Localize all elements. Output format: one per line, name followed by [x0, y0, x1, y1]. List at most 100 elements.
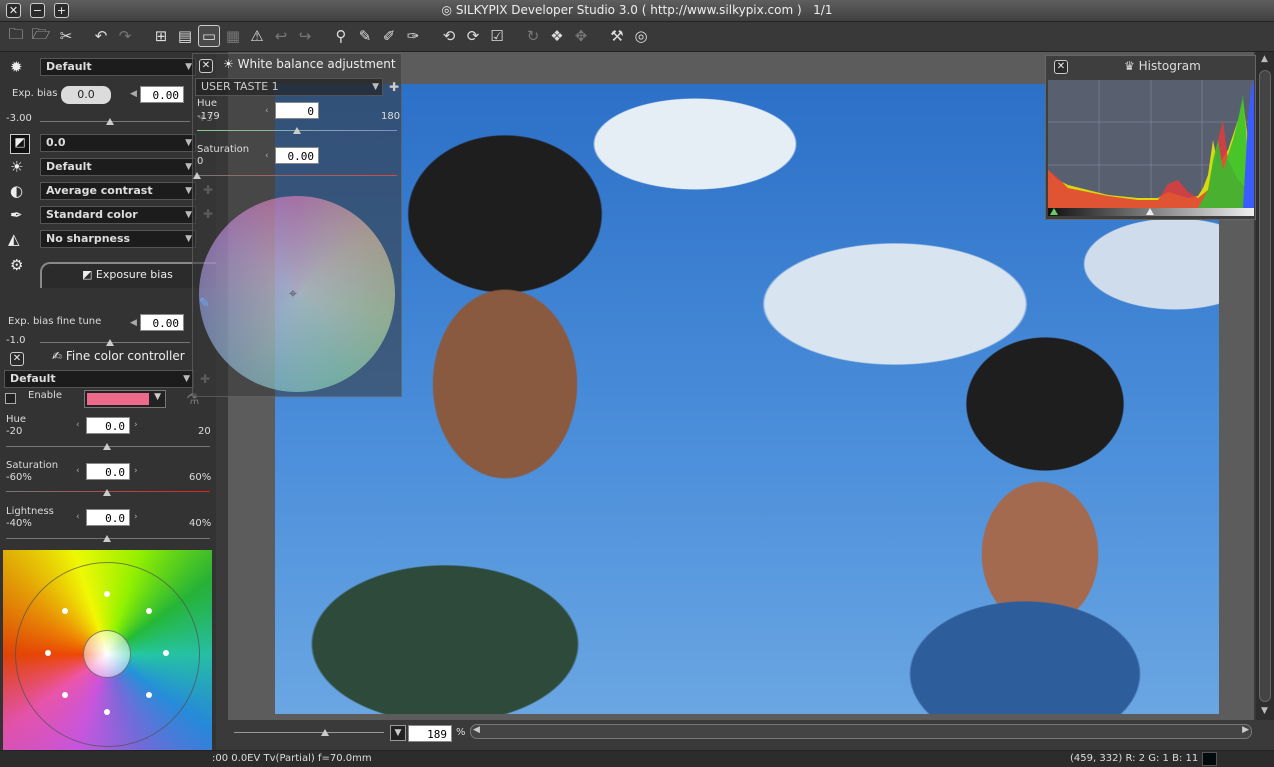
scroll-left-icon[interactable]: ◀: [473, 725, 480, 735]
hue-point-8[interactable]: [62, 608, 68, 614]
hue-point-6[interactable]: [62, 692, 68, 698]
increase-arrow-icon[interactable]: ›: [134, 420, 138, 430]
zoom-dropdown-button[interactable]: ▼: [390, 725, 406, 741]
picker2-icon[interactable]: ✐: [378, 25, 400, 47]
fine-tune-label: Exp. bias fine tune: [8, 316, 102, 327]
develop-all-icon[interactable]: ✥: [570, 25, 592, 47]
histogram-close-button[interactable]: ✕: [1054, 60, 1068, 74]
undo-icon[interactable]: ↶: [90, 25, 112, 47]
decrease-arrow-icon[interactable]: ◀: [130, 318, 137, 328]
develop-icon[interactable]: ❖: [546, 25, 568, 47]
previous-icon[interactable]: ↩: [270, 25, 292, 47]
wb-add-icon[interactable]: ✚: [389, 80, 399, 94]
redo-icon[interactable]: ↷: [114, 25, 136, 47]
preview-bottom-bar: ▼ 189 % ◀ ▶: [228, 720, 1274, 746]
fcc-close-button[interactable]: ✕: [10, 352, 24, 366]
fcc-hue-max: 20: [198, 426, 211, 437]
exp-bias-slider-track[interactable]: [40, 121, 190, 122]
decrease-arrow-icon[interactable]: ‹: [76, 512, 80, 522]
horizontal-scrollbar[interactable]: ◀ ▶: [470, 724, 1252, 739]
hue-point-1[interactable]: [104, 591, 110, 597]
hue-point-3[interactable]: [163, 650, 169, 656]
fcc-sat-input[interactable]: 0.0: [86, 463, 130, 480]
next-icon[interactable]: ↪: [294, 25, 316, 47]
more-gears-icon[interactable]: ⚙: [10, 256, 23, 274]
fcc-preset-dropdown[interactable]: Default ▼: [4, 370, 194, 388]
tool-icon[interactable]: ⚒: [606, 25, 628, 47]
increase-arrow-icon[interactable]: ›: [134, 512, 138, 522]
mark-icon[interactable]: ☑: [486, 25, 508, 47]
refresh-icon[interactable]: ↻: [522, 25, 544, 47]
exp-bias-input[interactable]: 0.00: [140, 86, 184, 103]
rotate-right-icon[interactable]: ⟳: [462, 25, 484, 47]
decrease-arrow-icon[interactable]: ‹: [76, 420, 80, 430]
zoom-slider-track[interactable]: [234, 732, 384, 733]
exp-bias-min: -3.00: [6, 113, 32, 124]
decrease-arrow-icon[interactable]: ‹: [76, 466, 80, 476]
scroll-down-icon[interactable]: ▼: [1261, 706, 1268, 716]
wb-hue-slider-handle[interactable]: [293, 127, 301, 134]
zoom-slider-handle[interactable]: [321, 729, 329, 736]
decrease-arrow-icon[interactable]: ◀: [130, 89, 137, 99]
contrast-dropdown[interactable]: Average contrast ▼: [40, 182, 196, 200]
scroll-right-icon[interactable]: ▶: [1242, 725, 1249, 735]
exp-bias-slider-handle[interactable]: [106, 118, 114, 125]
fcc-hue-slider-handle[interactable]: [103, 443, 111, 450]
fcc-sat-slider-handle[interactable]: [103, 489, 111, 496]
hue-point-4[interactable]: [146, 692, 152, 698]
fcc-light-input[interactable]: 0.0: [86, 509, 130, 526]
wb-picker-icon[interactable]: ✎: [199, 296, 210, 311]
hue-point-2[interactable]: [146, 608, 152, 614]
taste-dropdown[interactable]: Default ▼: [40, 58, 196, 76]
white-balance-dropdown[interactable]: Default ▼: [40, 158, 196, 176]
decrease-arrow-icon[interactable]: ‹: [265, 106, 269, 116]
picker-icon[interactable]: ✎: [354, 25, 376, 47]
enable-checkbox[interactable]: [5, 393, 16, 404]
wb-preset-dropdown[interactable]: USER TASTE 1 ▼: [195, 78, 383, 96]
vertical-scrollbar[interactable]: ▲ ▼: [1256, 52, 1274, 720]
wb-color-wheel[interactable]: [199, 196, 395, 392]
exp-bias-auto-button[interactable]: 0.0: [61, 86, 111, 104]
color-dropdown[interactable]: Standard color ▼: [40, 206, 196, 224]
wb-crosshair-icon[interactable]: ⌖: [289, 286, 297, 302]
rotate-left-icon[interactable]: ⟲: [438, 25, 460, 47]
wb-sat-slider-track[interactable]: [197, 175, 397, 176]
vertical-scroll-thumb[interactable]: [1259, 70, 1271, 702]
preview-view-icon[interactable]: ▭: [198, 25, 220, 47]
decrease-arrow-icon[interactable]: ‹: [265, 151, 269, 161]
hue-point-7[interactable]: [45, 650, 51, 656]
fine-tune-slider-track[interactable]: [40, 342, 190, 343]
fcc-hue-input[interactable]: 0.0: [86, 417, 130, 434]
wb-hue-input[interactable]: 0: [275, 102, 319, 119]
fcc-color-select[interactable]: ▼: [84, 390, 166, 408]
open-folder-icon[interactable]: 🗀: [5, 25, 27, 47]
hue-point-5[interactable]: [104, 709, 110, 715]
wb-sat-input[interactable]: 0.00: [275, 147, 319, 164]
grid-view-icon[interactable]: ⊞: [150, 25, 172, 47]
zoom-icon[interactable]: ⚲: [330, 25, 352, 47]
enable-label: Enable: [28, 390, 63, 401]
scroll-up-icon[interactable]: ▲: [1261, 54, 1268, 64]
sharpness-dropdown[interactable]: No sharpness ▼: [40, 230, 196, 248]
main-toolbar: 🗀 🗁 ✂ ↶ ↷ ⊞ ▤ ▭ ▦ ⚠ ↩ ↪ ⚲ ✎ ✐ ✑ ⟲ ⟳ ☑ ↻ …: [0, 22, 1274, 52]
gray-point-icon[interactable]: ✑: [402, 25, 424, 47]
exposure-bias-tab[interactable]: ◩ Exposure bias: [40, 262, 216, 288]
fcc-color-wheel[interactable]: [3, 550, 212, 759]
histogram-icon: ♛: [1124, 59, 1135, 73]
histogram-black-point-handle[interactable]: [1050, 208, 1058, 215]
wb-sat-slider-handle[interactable]: [193, 172, 201, 179]
fine-tune-input[interactable]: 0.00: [140, 314, 184, 331]
increase-arrow-icon[interactable]: ›: [134, 466, 138, 476]
exposure-dropdown[interactable]: 0.0 ▼: [40, 134, 196, 152]
histogram-mid-point-handle[interactable]: [1146, 208, 1154, 215]
settings-icon[interactable]: ◎: [630, 25, 652, 47]
batch-icon[interactable]: ✂: [55, 25, 77, 47]
combined-view-icon[interactable]: ▤: [174, 25, 196, 47]
wb-close-button[interactable]: ✕: [199, 59, 213, 73]
open-folders-icon[interactable]: 🗁: [30, 25, 52, 47]
zoom-input[interactable]: 189: [408, 725, 452, 742]
full-preview-icon[interactable]: ▦: [222, 25, 244, 47]
fine-tune-slider-handle[interactable]: [106, 339, 114, 346]
warning-icon[interactable]: ⚠: [246, 25, 268, 47]
fcc-light-slider-handle[interactable]: [103, 535, 111, 542]
